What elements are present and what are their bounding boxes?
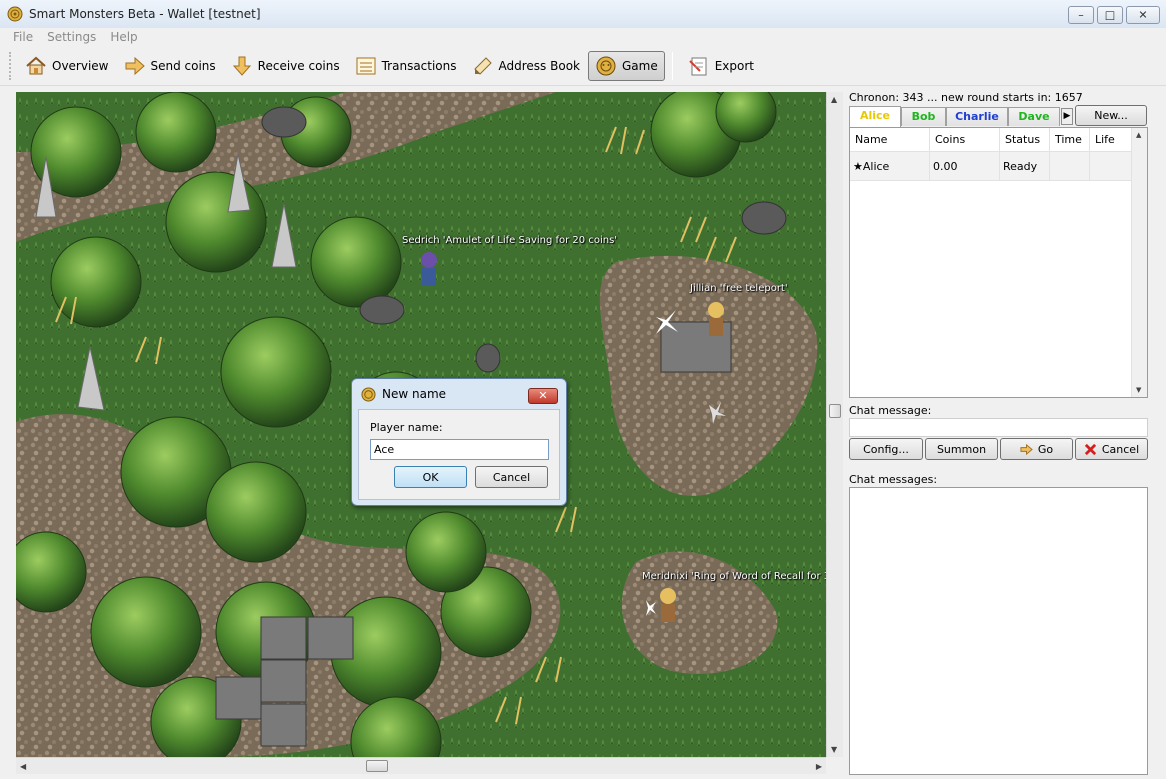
chat-messages-box[interactable] bbox=[849, 487, 1148, 775]
close-button[interactable]: ✕ bbox=[1126, 6, 1160, 24]
tab-scroll-right-icon[interactable]: ▶ bbox=[1061, 108, 1073, 125]
menu-help[interactable]: Help bbox=[103, 28, 144, 46]
toolbar: Overview Send coins Receive coins Transa… bbox=[0, 46, 1166, 86]
scroll-down-icon[interactable]: ▼ bbox=[831, 745, 837, 754]
arrow-down-icon bbox=[232, 56, 251, 76]
game-vertical-scrollbar[interactable]: ▲ ▼ bbox=[826, 92, 843, 757]
dialog-body: Player name: OK Cancel bbox=[358, 409, 560, 500]
column-life[interactable]: Life bbox=[1090, 128, 1132, 151]
maximize-button[interactable]: □ bbox=[1097, 6, 1123, 24]
chronon-status: Chronon: 343 ... new round starts in: 16… bbox=[849, 91, 1083, 104]
cell-time bbox=[1050, 152, 1090, 180]
player-name-input[interactable] bbox=[370, 439, 549, 460]
window-title: Smart Monsters Beta - Wallet [testnet] bbox=[29, 7, 261, 21]
scroll-down-icon[interactable]: ▼ bbox=[1136, 386, 1141, 394]
overview-button[interactable]: Overview bbox=[18, 51, 116, 81]
config-button[interactable]: Config... bbox=[849, 438, 923, 460]
game-horizontal-scrollbar[interactable]: ◀ ▶ bbox=[16, 757, 826, 774]
player-name-label: Player name: bbox=[370, 421, 443, 434]
maximize-icon: □ bbox=[1104, 8, 1116, 22]
scroll-right-icon[interactable]: ▶ bbox=[816, 762, 822, 771]
table-header: Name Coins Status Time Life bbox=[850, 128, 1132, 152]
column-coins[interactable]: Coins bbox=[930, 128, 1000, 151]
toolbar-grip bbox=[9, 51, 13, 80]
send-coins-button[interactable]: Send coins bbox=[117, 51, 223, 81]
receive-coins-label: Receive coins bbox=[257, 58, 340, 73]
chat-message-input[interactable] bbox=[849, 418, 1148, 437]
toolbar-separator bbox=[671, 51, 673, 80]
dialog-close-button[interactable]: ✕ bbox=[528, 388, 558, 404]
npc-label-sedrich: Sedrich 'Amulet of Life Saving for 20 co… bbox=[402, 235, 618, 246]
new-player-button[interactable]: New... bbox=[1075, 105, 1147, 126]
address-book-icon bbox=[473, 56, 492, 75]
go-arrow-icon bbox=[1020, 443, 1033, 455]
scroll-left-icon[interactable]: ◀ bbox=[20, 762, 26, 771]
cell-name: ★Alice bbox=[850, 152, 930, 180]
tab-bob[interactable]: Bob bbox=[901, 107, 946, 126]
cell-status: Ready bbox=[1000, 152, 1050, 180]
export-icon bbox=[689, 57, 707, 75]
go-label: Go bbox=[1037, 442, 1054, 456]
tab-charlie[interactable]: Charlie bbox=[946, 107, 1008, 126]
column-time[interactable]: Time bbox=[1050, 128, 1090, 151]
address-book-button[interactable]: Address Book bbox=[465, 51, 587, 81]
close-icon: ✕ bbox=[538, 389, 548, 402]
arrow-right-icon bbox=[125, 56, 145, 75]
tab-dave[interactable]: Dave bbox=[1008, 107, 1060, 126]
minimize-button[interactable]: – bbox=[1068, 6, 1094, 24]
close-icon: ✕ bbox=[1138, 8, 1148, 22]
dialog-cancel-button[interactable]: Cancel bbox=[475, 466, 548, 488]
chat-messages-label: Chat messages: bbox=[849, 473, 938, 486]
table-row[interactable]: ★Alice 0.00 Ready bbox=[850, 152, 1132, 181]
column-name[interactable]: Name bbox=[850, 128, 930, 151]
transactions-label: Transactions bbox=[381, 58, 457, 73]
column-status[interactable]: Status bbox=[1000, 128, 1050, 151]
send-coins-label: Send coins bbox=[150, 58, 216, 73]
cancel-button[interactable]: Cancel bbox=[1075, 438, 1148, 460]
npc-label-meridnixi: Meridnixi 'Ring of Word of Recall for 30 bbox=[642, 571, 826, 582]
tab-alice[interactable]: Alice bbox=[849, 106, 901, 127]
export-label: Export bbox=[714, 58, 754, 73]
menu-file[interactable]: File bbox=[0, 28, 40, 46]
table-scrollbar[interactable]: ▲ ▼ bbox=[1131, 128, 1147, 397]
game-label: Game bbox=[621, 58, 658, 73]
address-book-label: Address Book bbox=[498, 58, 580, 73]
receive-coins-button[interactable]: Receive coins bbox=[224, 51, 347, 81]
cell-coins: 0.00 bbox=[930, 152, 1000, 180]
chat-message-label: Chat message: bbox=[849, 404, 932, 417]
overview-label: Overview bbox=[52, 58, 109, 73]
menu-bar: File Settings Help bbox=[0, 28, 1166, 46]
horizontal-scroll-thumb[interactable] bbox=[366, 760, 388, 772]
scroll-up-icon[interactable]: ▲ bbox=[831, 95, 837, 104]
app-logo-icon bbox=[7, 6, 23, 22]
cancel-label: Cancel bbox=[1101, 442, 1140, 456]
new-name-dialog: New name ✕ Player name: OK Cancel bbox=[351, 378, 567, 506]
npc-label-jillian: Jillian 'free teleport' bbox=[690, 283, 788, 294]
vertical-scroll-thumb[interactable] bbox=[829, 404, 841, 418]
menu-settings[interactable]: Settings bbox=[40, 28, 103, 46]
home-icon bbox=[26, 56, 46, 74]
red-x-icon bbox=[1084, 443, 1096, 455]
list-icon bbox=[356, 57, 376, 74]
scroll-up-icon[interactable]: ▲ bbox=[1136, 131, 1141, 139]
title-bar: Smart Monsters Beta - Wallet [testnet] –… bbox=[0, 0, 1166, 28]
export-button[interactable]: Export bbox=[681, 51, 761, 81]
cell-life bbox=[1090, 152, 1132, 180]
dialog-title: New name bbox=[382, 387, 447, 401]
go-button[interactable]: Go bbox=[1000, 438, 1073, 460]
minimize-icon: – bbox=[1078, 8, 1084, 22]
summon-button[interactable]: Summon bbox=[925, 438, 998, 460]
players-table: Name Coins Status Time Life ★Alice 0.00 … bbox=[849, 127, 1148, 398]
ok-button[interactable]: OK bbox=[394, 466, 467, 488]
game-button[interactable]: Game bbox=[587, 50, 665, 81]
transactions-button[interactable]: Transactions bbox=[348, 51, 464, 81]
monster-coin-icon bbox=[596, 56, 616, 75]
app-logo-icon bbox=[361, 386, 376, 402]
